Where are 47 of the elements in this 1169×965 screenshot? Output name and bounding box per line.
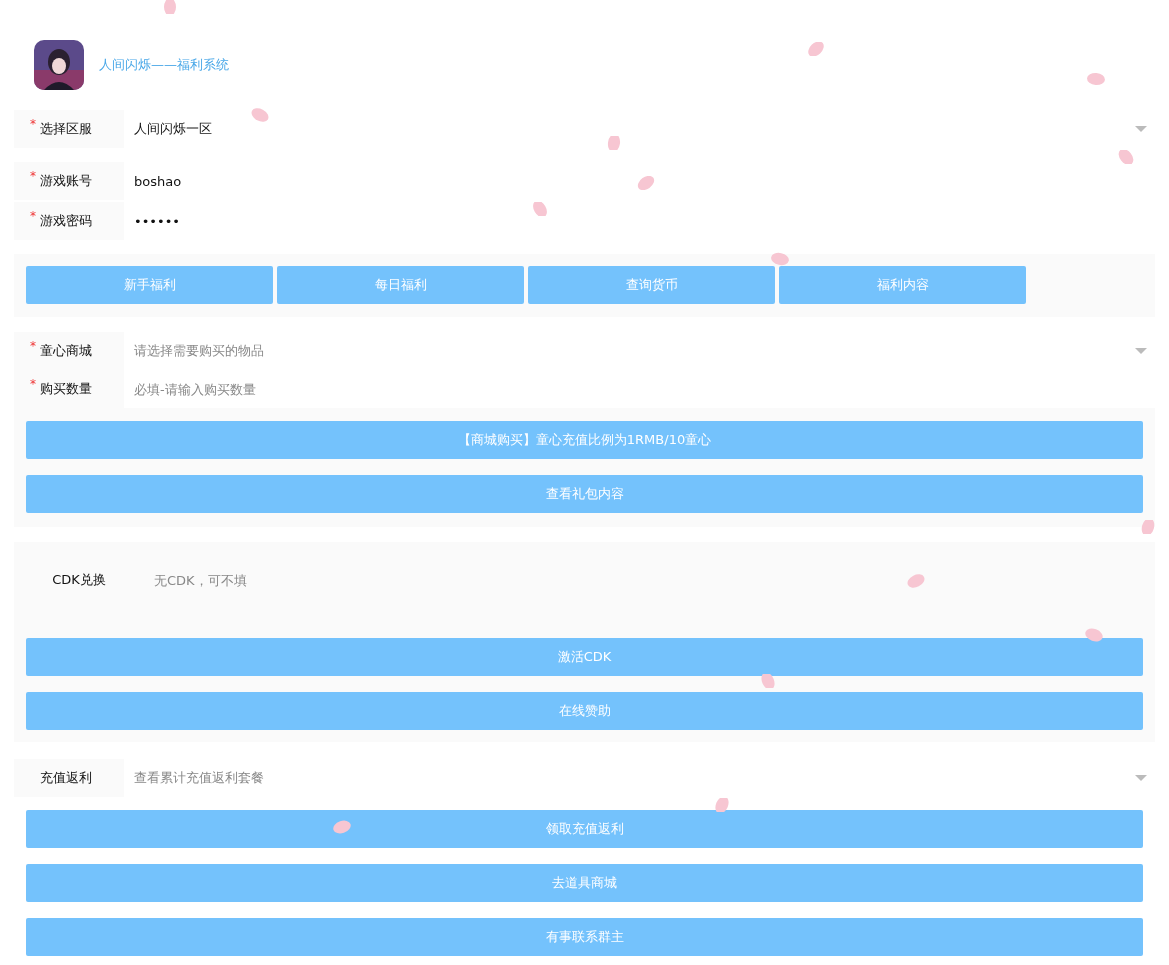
welfare-button[interactable]: 新手福利 [26,266,273,304]
cdk-button[interactable]: 在线赞助 [26,692,1143,730]
rebate-button[interactable]: 有事联系群主 [26,918,1143,956]
select-field[interactable]: 请选择需要购买的物品 [124,332,1155,370]
welfare-button[interactable]: 福利内容 [779,266,1026,304]
petal-icon [770,252,790,266]
input-field[interactable]: 必填-请输入购买数量 [124,370,1155,408]
field-label: 游戏密码 [40,212,92,230]
cdk-button[interactable]: 激活CDK [26,638,1143,676]
input-field[interactable]: boshao [124,162,1155,200]
petal-icon [758,674,778,688]
required-mark: * [30,117,36,131]
petal-icon [906,574,926,588]
petal-icon [250,108,270,122]
field-label: 游戏账号 [40,172,92,190]
petal-icon [1086,72,1106,86]
select-field[interactable]: 查看累计充值返利套餐 [124,759,1155,797]
field-label: 选择区服 [40,120,92,138]
petal-icon [636,176,656,190]
caret-icon [1135,125,1147,133]
petal-icon [332,820,352,834]
shop-button[interactable]: 查看礼包内容 [26,475,1143,513]
caret-icon [1135,347,1147,355]
petal-icon [1084,628,1104,642]
welfare-button[interactable]: 查询货币 [528,266,775,304]
caret-icon [1135,774,1147,782]
game-avatar [34,40,84,90]
page-title: 人间闪烁——福利系统 [99,56,229,74]
field-label: CDK兑换 [52,571,106,589]
required-mark: * [30,169,36,183]
required-mark: * [30,377,36,391]
select-field[interactable]: 人间闪烁一区 [124,110,1155,148]
field-label: 童心商城 [40,342,92,360]
field-label: 购买数量 [40,380,92,398]
shop-button[interactable]: 【商城购买】童心充值比例为1RMB/10童心 [26,421,1143,459]
input-field[interactable]: 无CDK，可不填 [144,562,1143,598]
field-label: 充值返利 [40,769,92,787]
required-mark: * [30,209,36,223]
rebate-button[interactable]: 去道具商城 [26,864,1143,902]
required-mark: * [30,339,36,353]
input-field[interactable]: •••••• [124,202,1155,240]
petal-icon [712,798,732,812]
welfare-button[interactable]: 每日福利 [277,266,524,304]
rebate-button[interactable]: 领取充值返利 [26,810,1143,848]
petal-icon [806,42,826,56]
petal-icon [1116,150,1136,164]
petal-icon [530,202,550,216]
